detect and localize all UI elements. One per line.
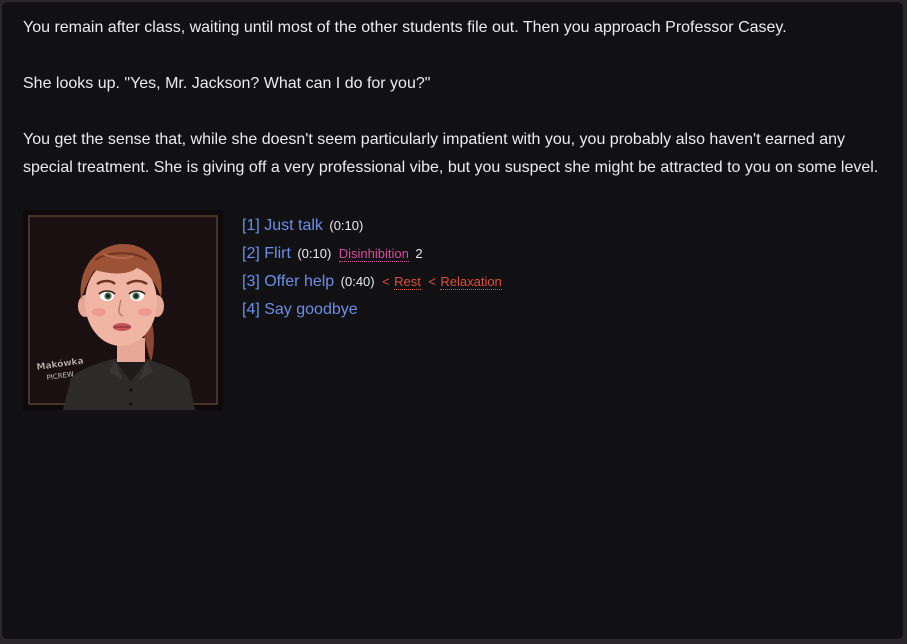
- choice-flirt[interactable]: [2] Flirt: [242, 245, 291, 262]
- choice-item: [3] Offer help (0:40) < Rest < Relaxatio…: [242, 268, 502, 296]
- choice-list: [1] Just talk (0:10) [2] Flirt (0:10) Di…: [242, 212, 502, 324]
- stat-disinhibition[interactable]: Disinhibition: [338, 246, 409, 262]
- choice-say-goodbye[interactable]: [4] Say goodbye: [242, 301, 358, 318]
- narrative-paragraph-2: She looks up. "Yes, Mr. Jackson? What ca…: [23, 75, 431, 92]
- portrait-image: Makówka PICREW: [23, 210, 223, 410]
- choice-time: (0:10): [297, 246, 332, 261]
- choice-time: (0:10): [329, 218, 364, 233]
- choice-item: [4] Say goodbye: [242, 296, 502, 324]
- story-panel: You remain after class, waiting until mo…: [1, 1, 904, 640]
- choice-item: [1] Just talk (0:10): [242, 212, 502, 240]
- choice-offer-help[interactable]: [3] Offer help: [242, 273, 334, 290]
- stat-value: 2: [415, 246, 423, 261]
- choice-just-talk[interactable]: [1] Just talk: [242, 217, 323, 234]
- choice-item: [2] Flirt (0:10) Disinhibition 2: [242, 240, 502, 268]
- narrative-paragraph-1: You remain after class, waiting until mo…: [23, 19, 787, 36]
- requirement-less-than: <: [428, 274, 436, 289]
- stat-relaxation[interactable]: Relaxation: [440, 274, 502, 290]
- professor-portrait: Makówka PICREW: [23, 210, 223, 410]
- choice-time: (0:40): [340, 274, 375, 289]
- narrative-paragraph-3: You get the sense that, while she doesn'…: [23, 131, 879, 176]
- stat-rest[interactable]: Rest: [394, 274, 421, 290]
- requirement-less-than: <: [382, 274, 390, 289]
